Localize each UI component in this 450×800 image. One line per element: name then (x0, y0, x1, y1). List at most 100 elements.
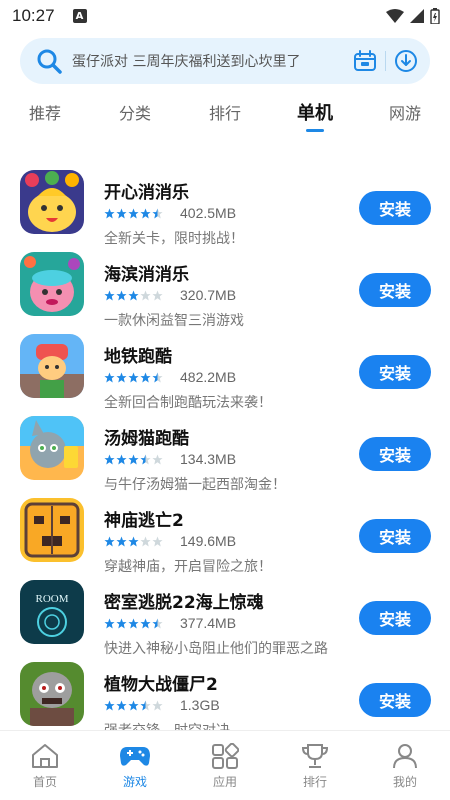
app-icon-temple-run (20, 498, 84, 562)
nav-mine-label: 我的 (392, 775, 417, 789)
install-button[interactable]: 安装 (359, 191, 431, 225)
search-divider (385, 51, 386, 71)
tab-active-indicator (306, 129, 324, 132)
signal-icon (410, 9, 424, 23)
tab-category[interactable]: 分类 (105, 92, 165, 132)
status-time: 10:27 (12, 6, 55, 25)
nav-ranking-label: 排行 (302, 775, 327, 789)
star-icon (104, 372, 115, 383)
app-rating (104, 454, 163, 465)
install-button[interactable]: 安装 (359, 437, 431, 471)
app-icon-haibin (20, 252, 84, 316)
star-icon (128, 536, 139, 547)
star-icon (152, 290, 163, 301)
list-item[interactable]: ROOM 密室逃脱22海上惊魂 377.4MB 快进入神秘小岛阻止他们的罪恶之路… (0, 580, 450, 662)
nav-apps-label: 应用 (212, 775, 237, 789)
status-icons (386, 8, 440, 24)
star-icon (140, 208, 151, 219)
star-icon (128, 290, 139, 301)
star-icon (128, 700, 139, 711)
star-icon (152, 208, 163, 219)
tab-recommend[interactable]: 推荐 (15, 92, 75, 132)
search-placeholder: 蛋仔派对 三周年庆福利送到心坎里了 (72, 54, 301, 70)
app-size: 402.5MB (180, 205, 237, 221)
app-rating (104, 618, 163, 629)
room-logo-text: ROOM (35, 593, 68, 605)
app-icon-tom (20, 416, 84, 480)
tab-online[interactable]: 网游 (375, 92, 435, 132)
list-item[interactable]: 植物大战僵尸2 1.3GB 强者交锋，时空对决 安装 (0, 662, 450, 730)
star-icon (104, 536, 115, 547)
app-name: 地铁跑酷 (104, 347, 172, 367)
calendar-gift-icon[interactable] (353, 49, 377, 73)
user-icon (393, 744, 417, 769)
app-size: 377.4MB (180, 615, 237, 631)
app-rating (104, 700, 163, 711)
list-item[interactable]: 开心消消乐 402.5MB 全新关卡，限时挑战！ 安装 (0, 170, 450, 252)
star-icon (140, 700, 151, 711)
star-icon (116, 700, 127, 711)
list-item[interactable]: 汤姆猫跑酷 134.3MB 与牛仔汤姆猫一起西部淘金！ 安装 (0, 416, 450, 498)
star-icon (152, 618, 163, 629)
nav-home[interactable]: 首页 (0, 731, 90, 800)
star-icon (116, 536, 127, 547)
star-icon (128, 372, 139, 383)
app-rating (104, 290, 163, 301)
search-bar[interactable]: 蛋仔派对 三周年庆福利送到心坎里了 (20, 38, 430, 84)
app-list: 开心消消乐 402.5MB 全新关卡，限时挑战！ 安装 海滨消消乐 320.7M… (0, 160, 450, 730)
app-icon-room: ROOM (20, 580, 84, 644)
star-icon (116, 372, 127, 383)
install-button[interactable]: 安装 (359, 601, 431, 635)
install-button[interactable]: 安装 (359, 355, 431, 389)
trophy-icon (301, 744, 329, 768)
app-description: 全新回合制跑酷玩法来袭！ (104, 395, 272, 411)
star-icon (104, 618, 115, 629)
star-icon (152, 372, 163, 383)
star-icon (104, 700, 115, 711)
nav-mine[interactable]: 我的 (360, 731, 450, 800)
notification-a-icon: A (72, 9, 87, 23)
app-rating (104, 372, 163, 383)
star-icon (104, 208, 115, 219)
app-icon-kaixin (20, 170, 84, 234)
nav-apps[interactable]: 应用 (180, 731, 270, 800)
app-description: 一款休闲益智三消游戏 (104, 313, 244, 329)
app-name: 汤姆猫跑酷 (104, 429, 189, 449)
app-icon-pvz (20, 662, 84, 726)
tab-ranking[interactable]: 排行 (195, 92, 255, 132)
apps-icon (212, 743, 239, 769)
star-icon (104, 290, 115, 301)
app-description: 快进入神秘小岛阻止他们的罪恶之路 (104, 641, 328, 657)
app-size: 134.3MB (180, 451, 237, 467)
app-description: 全新关卡，限时挑战！ (104, 231, 244, 247)
star-icon (128, 208, 139, 219)
star-icon (128, 454, 139, 465)
search-icon (37, 49, 62, 74)
nav-ranking[interactable]: 排行 (270, 731, 360, 800)
app-icon-subway (20, 334, 84, 398)
app-rating (104, 208, 163, 219)
star-icon (140, 454, 151, 465)
app-name: 密室逃脱22海上惊魂 (104, 593, 264, 613)
list-item[interactable]: 地铁跑酷 482.2MB 全新回合制跑酷玩法来袭！ 安装 (0, 334, 450, 416)
star-icon (116, 208, 127, 219)
star-icon (152, 536, 163, 547)
list-item[interactable]: 神庙逃亡2 149.6MB 穿越神庙，开启冒险之旅！ 安装 (0, 498, 450, 580)
download-icon[interactable] (394, 49, 418, 73)
app-size: 1.3GB (180, 697, 220, 713)
app-size: 149.6MB (180, 533, 237, 549)
star-icon (116, 618, 127, 629)
app-size: 482.2MB (180, 369, 237, 385)
tab-single-player[interactable]: 单机 (285, 92, 345, 132)
star-icon (116, 454, 127, 465)
nav-games[interactable]: 游戏 (90, 731, 180, 800)
list-item[interactable]: 海滨消消乐 320.7MB 一款休闲益智三消游戏 安装 (0, 252, 450, 334)
install-button[interactable]: 安装 (359, 273, 431, 307)
nav-home-label: 首页 (32, 775, 57, 789)
app-name: 神庙逃亡2 (104, 511, 184, 531)
star-icon (104, 454, 115, 465)
battery-icon (430, 8, 440, 24)
app-name: 植物大战僵尸2 (104, 675, 218, 695)
install-button[interactable]: 安装 (359, 519, 431, 553)
install-button[interactable]: 安装 (359, 683, 431, 717)
